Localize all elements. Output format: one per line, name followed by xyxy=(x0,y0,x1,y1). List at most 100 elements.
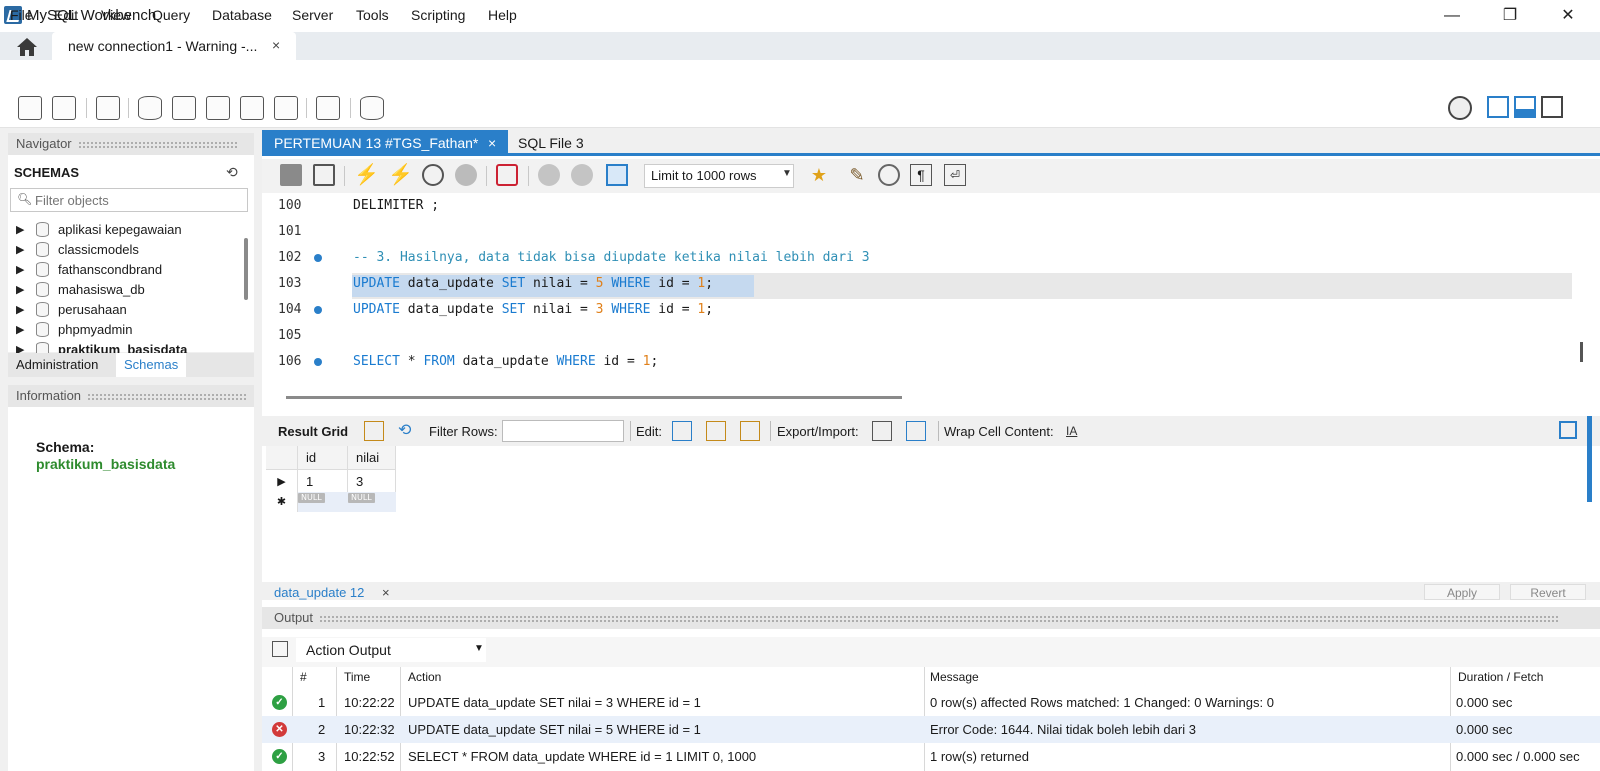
output-row[interactable]: ✓ 1 10:22:22 UPDATE data_update SET nilai =… xyxy=(262,689,1600,716)
code-line[interactable]: 101 xyxy=(262,219,1572,245)
refresh-results-icon[interactable]: ⟲ xyxy=(398,421,418,441)
result-tab-data-update[interactable]: data_update 12 xyxy=(274,585,364,600)
schema-item[interactable]: ▶ phpmyadmin xyxy=(14,320,239,340)
open-file-icon[interactable] xyxy=(280,164,302,186)
create-table-icon[interactable] xyxy=(172,96,196,120)
column-header-time[interactable]: Time xyxy=(344,670,370,684)
close-connection-tab-icon[interactable]: × xyxy=(272,37,280,53)
edit-row-icon[interactable] xyxy=(672,421,692,441)
menu-view[interactable]: View xyxy=(101,7,131,23)
schema-item[interactable]: ▶ classicmodels xyxy=(14,240,239,260)
auto-commit-icon[interactable] xyxy=(606,164,628,186)
add-snippet-star-icon[interactable]: ★ xyxy=(808,164,830,186)
explain-magnifier-icon[interactable] xyxy=(422,164,444,186)
code-line[interactable]: 105 xyxy=(262,323,1572,349)
find-replace-icon[interactable] xyxy=(878,164,900,186)
schema-item[interactable]: ▶ perusahaan xyxy=(14,300,239,320)
column-header-duration[interactable]: Duration / Fetch xyxy=(1458,670,1543,684)
open-sql-script-icon[interactable] xyxy=(52,96,76,120)
delete-row-icon[interactable] xyxy=(740,421,760,441)
schema-item[interactable]: ▶ aplikasi kepegawaian xyxy=(14,220,239,240)
expand-arrow-icon[interactable]: ▶ xyxy=(16,243,24,256)
output-row[interactable]: ✓ 3 10:22:52 SELECT * FROM data_update WHER… xyxy=(262,743,1600,770)
reconnect-icon[interactable] xyxy=(360,96,384,120)
menu-query[interactable]: Query xyxy=(152,7,190,23)
code-line[interactable]: 106 SELECT * FROM data_update WHERE id = … xyxy=(262,349,1572,375)
save-file-icon[interactable] xyxy=(313,164,335,186)
code-line[interactable]: 103 UPDATE data_update SET nilai = 5 WHER… xyxy=(262,271,1572,297)
connection-inspector-icon[interactable] xyxy=(96,96,120,120)
tab-pertemuan-13[interactable]: PERTEMUAN 13 #TGS_Fathan* × xyxy=(262,130,508,156)
word-wrap-icon[interactable]: ⏎ xyxy=(944,164,966,186)
close-result-tab-icon[interactable]: × xyxy=(382,585,390,600)
minimize-button[interactable]: — xyxy=(1422,0,1482,32)
schema-item[interactable]: ▶ mahasiswa_db xyxy=(14,280,239,300)
close-window-button[interactable]: ✕ xyxy=(1538,0,1598,32)
beautify-broom-icon[interactable]: ✎ xyxy=(846,164,868,186)
column-header-nilai[interactable]: nilai xyxy=(348,446,396,470)
schema-item[interactable]: ▶ fathanscondbrand xyxy=(14,260,239,280)
column-header-message[interactable]: Message xyxy=(930,670,979,684)
menu-help[interactable]: Help xyxy=(488,7,517,23)
create-function-icon[interactable] xyxy=(274,96,298,120)
output-row[interactable]: ✕ 2 10:22:32 UPDATE data_update SET nilai =… xyxy=(262,716,1600,743)
expand-arrow-icon[interactable]: ▶ xyxy=(16,283,24,296)
output-type-select[interactable]: Action Output xyxy=(296,638,486,662)
expand-arrow-icon[interactable]: ▶ xyxy=(16,323,24,336)
expand-arrow-icon[interactable]: ▶ xyxy=(16,303,24,316)
insert-row-icon[interactable] xyxy=(706,421,726,441)
toggle-output-icon[interactable] xyxy=(1514,96,1536,118)
toggle-continue-on-error-icon[interactable] xyxy=(496,164,518,186)
cell-id[interactable]: 1 xyxy=(298,470,348,494)
execute-current-statement-icon[interactable]: ⚡ xyxy=(388,164,413,186)
close-editor-tab-icon[interactable]: × xyxy=(488,135,496,151)
revert-button[interactable]: Revert xyxy=(1510,584,1586,600)
menu-edit[interactable]: Edit xyxy=(54,7,78,23)
menu-file[interactable]: File xyxy=(10,7,33,23)
limit-rows-select[interactable]: Limit to 1000 rows xyxy=(644,164,794,188)
menu-server[interactable]: Server xyxy=(292,7,333,23)
cell-nilai[interactable]: 3 xyxy=(348,470,396,494)
column-header-action[interactable]: Action xyxy=(408,670,441,684)
create-procedure-icon[interactable] xyxy=(240,96,264,120)
schema-list-scrollbar[interactable] xyxy=(244,238,248,300)
invisible-characters-icon[interactable]: ¶ xyxy=(910,164,932,186)
menu-scripting[interactable]: Scripting xyxy=(411,7,465,23)
toggle-secondary-sidebar-icon[interactable] xyxy=(1541,96,1563,118)
expand-arrow-icon[interactable]: ▶ xyxy=(16,223,24,236)
schema-filter-box[interactable]: 🔍︎ xyxy=(10,188,248,212)
expand-arrow-icon[interactable]: ▶ xyxy=(16,263,24,276)
column-header-number[interactable]: # xyxy=(300,670,307,684)
result-grid-label[interactable]: Result Grid xyxy=(278,424,348,439)
tab-administration[interactable]: Administration xyxy=(8,353,107,377)
connection-tab[interactable]: new connection1 - Warning -... × xyxy=(52,32,296,60)
toggle-sidebar-icon[interactable] xyxy=(1487,96,1509,118)
tab-schemas[interactable]: Schemas xyxy=(116,353,187,377)
settings-gear-icon[interactable] xyxy=(1448,96,1472,120)
new-row[interactable]: NULL NULL xyxy=(298,492,396,512)
menu-tools[interactable]: Tools xyxy=(356,7,389,23)
create-schema-icon[interactable] xyxy=(138,96,162,120)
editor-horizontal-scrollbar[interactable] xyxy=(286,396,902,399)
apply-button[interactable]: Apply xyxy=(1424,584,1500,600)
grid-view-icon[interactable] xyxy=(364,421,384,441)
schema-filter-input[interactable] xyxy=(33,191,243,209)
rollback-icon[interactable] xyxy=(571,164,593,186)
commit-icon[interactable] xyxy=(538,164,560,186)
toggle-form-panel-icon[interactable] xyxy=(1559,421,1577,439)
restore-button[interactable]: ❐ xyxy=(1480,0,1540,32)
export-icon[interactable] xyxy=(872,421,892,441)
copy-output-icon[interactable] xyxy=(272,641,288,657)
new-sql-tab-icon[interactable] xyxy=(18,96,42,120)
editor-vertical-scrollbar[interactable] xyxy=(1580,342,1583,362)
code-line[interactable]: 104 UPDATE data_update SET nilai = 3 WHER… xyxy=(262,297,1572,323)
search-table-data-icon[interactable] xyxy=(316,96,340,120)
import-icon[interactable] xyxy=(906,421,926,441)
refresh-schemas-icon[interactable]: ⟲ xyxy=(226,164,238,181)
menu-database[interactable]: Database xyxy=(212,7,272,23)
filter-rows-input[interactable] xyxy=(502,420,624,442)
wrap-cell-icon[interactable]: IA xyxy=(1066,424,1077,438)
execute-lightning-icon[interactable]: ⚡ xyxy=(354,164,379,186)
code-line[interactable]: 102 -- 3. Hasilnya, data tidak bisa diupd… xyxy=(262,245,1572,271)
column-header-id[interactable]: id xyxy=(298,446,348,470)
